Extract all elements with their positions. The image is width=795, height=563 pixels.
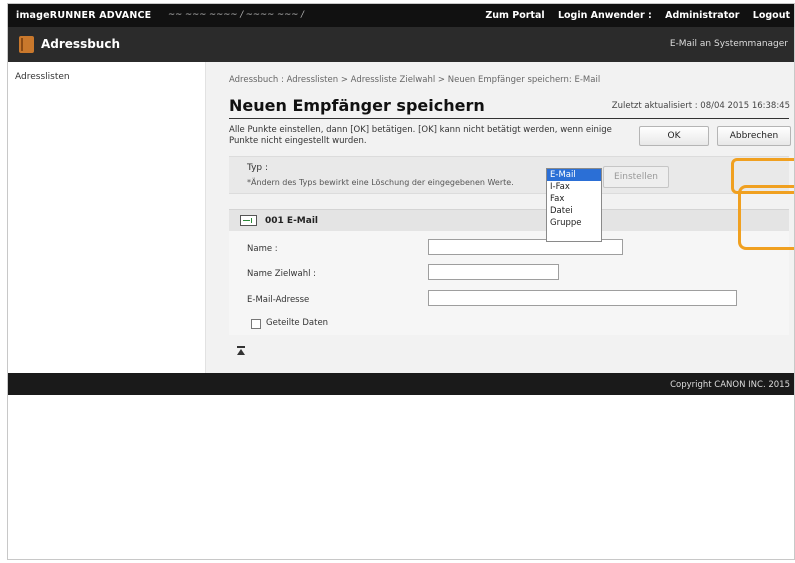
top-bar: imageRUNNER ADVANCE ~~ ~~~ ~~~~ / ~~~~ ~… bbox=[8, 4, 794, 27]
back-to-top-icon[interactable] bbox=[236, 346, 246, 356]
type-label: Typ : bbox=[247, 163, 269, 173]
type-option-ifax[interactable]: I-Fax bbox=[547, 181, 601, 193]
email-address-input[interactable] bbox=[428, 290, 737, 306]
type-note: *Ändern des Typs bewirkt eine Löschung d… bbox=[247, 178, 514, 187]
address-entry-title: 001 E-Mail bbox=[265, 216, 319, 226]
shared-data-label: Geteilte Daten bbox=[266, 318, 329, 328]
email-admin-link[interactable]: E-Mail an Systemmanager bbox=[670, 39, 788, 49]
zielwahl-label: Name Zielwahl : bbox=[247, 269, 317, 279]
address-book-icon bbox=[19, 36, 34, 53]
page-title: Neuen Empfänger speichern bbox=[229, 96, 485, 115]
portal-link[interactable]: Zum Portal bbox=[485, 10, 544, 21]
type-select-list[interactable]: E-Mail I-Fax Fax Datei Gruppe bbox=[546, 168, 602, 242]
type-option-email[interactable]: E-Mail bbox=[547, 169, 601, 181]
type-option-gruppe[interactable]: Gruppe bbox=[547, 217, 601, 229]
cancel-button[interactable]: Abbrechen bbox=[717, 126, 791, 146]
set-button[interactable]: Einstellen bbox=[603, 166, 669, 188]
shared-data-checkbox[interactable] bbox=[251, 319, 261, 329]
sidebar-item-adresslisten[interactable]: Adresslisten bbox=[15, 72, 70, 82]
logout-link[interactable]: Logout bbox=[753, 10, 790, 21]
name-label: Name : bbox=[247, 244, 278, 254]
top-links: Zum Portal Login Anwender : Administrato… bbox=[475, 10, 790, 21]
title-divider bbox=[229, 118, 789, 119]
brand-title: imageRUNNER ADVANCE bbox=[16, 10, 152, 21]
device-name: ~~ ~~~ ~~~~ / ~~~~ ~~~ / bbox=[168, 10, 304, 20]
main-content: Adressbuch : Adresslisten > Adressliste … bbox=[206, 62, 794, 373]
user-name: Administrator bbox=[665, 10, 740, 21]
login-user-label: Login Anwender : bbox=[557, 10, 652, 21]
ok-button[interactable]: OK bbox=[639, 126, 709, 146]
email-label: E-Mail-Adresse bbox=[247, 295, 310, 305]
browser-page: imageRUNNER ADVANCE ~~ ~~~ ~~~~ / ~~~~ ~… bbox=[7, 3, 795, 560]
entry-form: Name : Name Zielwahl : E-Mail-Adresse Ge… bbox=[229, 231, 789, 335]
sidebar: Adresslisten bbox=[8, 62, 206, 373]
footer: Copyright CANON INC. 2015 bbox=[8, 373, 794, 395]
app-header: Adressbuch E-Mail an Systemmanager bbox=[8, 27, 794, 62]
type-option-datei[interactable]: Datei bbox=[547, 205, 601, 217]
address-entry-header: 001 E-Mail bbox=[229, 209, 789, 231]
email-type-icon bbox=[240, 215, 257, 226]
app-title: Adressbuch bbox=[41, 37, 121, 51]
zielwahl-name-input[interactable] bbox=[428, 264, 559, 280]
last-updated: Zuletzt aktualisiert : 08/04 2015 16:38:… bbox=[611, 101, 790, 111]
type-section: Typ : *Ändern des Typs bewirkt eine Lösc… bbox=[229, 156, 789, 194]
breadcrumb[interactable]: Adressbuch : Adresslisten > Adressliste … bbox=[229, 75, 600, 85]
instruction-text: Alle Punkte einstellen, dann [OK] betäti… bbox=[229, 125, 612, 146]
type-option-fax[interactable]: Fax bbox=[547, 193, 601, 205]
copyright-text: Copyright CANON INC. 2015 bbox=[670, 380, 790, 390]
